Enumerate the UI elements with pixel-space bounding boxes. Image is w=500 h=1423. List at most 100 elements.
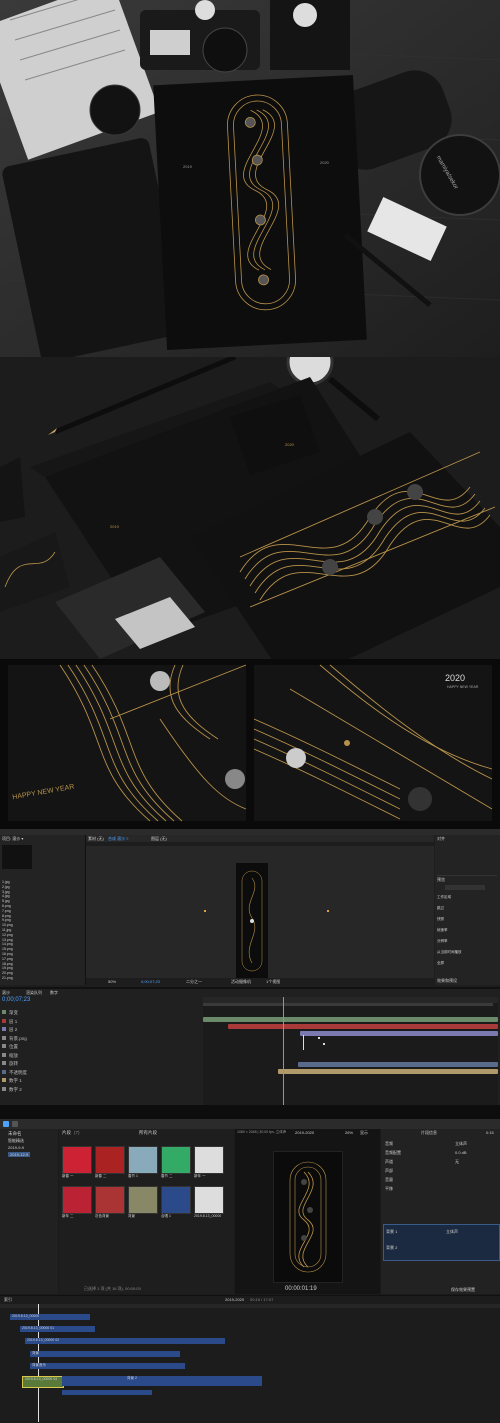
ae-right-panel: 对齐 预览 工作区域跳过快照帧速率分辨率从当前时间播放 全屏 效果和预设 bbox=[435, 835, 500, 985]
ae-preview-tab[interactable]: 预览 bbox=[437, 877, 445, 883]
ae-project-label[interactable]: 项目: 滚沙 ▾ bbox=[2, 836, 23, 842]
fcp-thumb[interactable] bbox=[95, 1146, 125, 1174]
ae-project-item[interactable]: 15.png bbox=[2, 947, 13, 951]
ae-project-item[interactable]: 14.png bbox=[2, 942, 13, 946]
ae-layer-row[interactable]: 背景.png bbox=[2, 1035, 202, 1042]
ae-timeline-tab[interactable]: 数字 bbox=[50, 990, 58, 996]
fcp-thumb[interactable] bbox=[128, 1146, 158, 1174]
fcp-timeline: 索引 2019-2020 00:19 / 17:07 2019.8.13_000… bbox=[0, 1295, 500, 1423]
ae-panel-option[interactable]: 快照 bbox=[437, 917, 444, 922]
fcp-thumb[interactable] bbox=[161, 1146, 191, 1174]
ae-project-item[interactable]: 2.jpg bbox=[2, 885, 10, 889]
fcp-thumb[interactable] bbox=[62, 1146, 92, 1174]
fcp-audio-clip[interactable] bbox=[62, 1390, 152, 1395]
ae-project-item[interactable]: 10.png bbox=[2, 923, 13, 927]
fcp-clip-2[interactable]: 2019.8.13_00000 01 bbox=[20, 1326, 95, 1332]
ae-layer-row[interactable]: 数字 1 bbox=[2, 1077, 202, 1084]
envelope-year: 2020 bbox=[285, 442, 294, 447]
ae-layer-row[interactable]: 不透明度 bbox=[2, 1069, 202, 1076]
fcp-zoom[interactable]: 26% bbox=[345, 1130, 353, 1135]
ae-layer-row[interactable]: 缩放 bbox=[2, 1052, 202, 1059]
ae-layer-row[interactable]: 旋转 bbox=[2, 1060, 202, 1067]
fcp-clip-1[interactable]: 2019.8.13_00000 bbox=[10, 1314, 90, 1320]
ae-project-item[interactable]: 11.jpg bbox=[2, 928, 11, 932]
fcp-inspector-value[interactable]: 0.0 dB bbox=[455, 1150, 467, 1155]
fcp-filter[interactable]: 所有片段 bbox=[139, 1130, 157, 1136]
ae-playhead[interactable] bbox=[283, 997, 284, 1105]
ae-panel-option[interactable]: 工作区域 bbox=[437, 895, 451, 900]
ae-layer-row[interactable]: 层 1 bbox=[2, 1018, 202, 1025]
ae-info-tab[interactable]: 对齐 bbox=[437, 836, 445, 842]
fcp-library-item[interactable]: 智能精选 bbox=[8, 1138, 24, 1144]
ae-resolution[interactable]: 二分之一 bbox=[186, 979, 202, 985]
ae-project-item[interactable]: 12.png bbox=[2, 933, 13, 937]
ae-project-item[interactable]: 1.jpg bbox=[2, 880, 10, 884]
fcp-library-item[interactable]: 2019-12-9 bbox=[8, 1152, 31, 1157]
ae-comp-artwork bbox=[241, 870, 263, 972]
fcp-thumb[interactable] bbox=[95, 1186, 125, 1214]
fcp-browser: 片段 (7) 所有片段 新春 一 新春 二 春节 1 春节 二 新年 一新年 二 灰色背景… bbox=[59, 1129, 234, 1294]
ae-project-item[interactable]: 4.jpg bbox=[2, 894, 10, 898]
import-icon[interactable] bbox=[3, 1121, 9, 1127]
ae-preview-controls[interactable] bbox=[445, 885, 485, 890]
ae-project-item[interactable]: 5.jpg bbox=[2, 899, 10, 903]
ae-layer-row[interactable]: 位置 bbox=[2, 1043, 202, 1050]
keyword-icon[interactable] bbox=[12, 1121, 18, 1127]
fcp-inspector-value[interactable]: 无 bbox=[455, 1159, 459, 1165]
ae-panel-option[interactable]: 从当前时间播放 bbox=[437, 950, 462, 955]
ae-project-item[interactable]: 21.png bbox=[2, 976, 13, 980]
fcp-inspector-value[interactable]: 立体声 bbox=[455, 1141, 467, 1147]
fcp-thumb[interactable] bbox=[62, 1186, 92, 1214]
ae-comp-frame bbox=[236, 863, 268, 978]
fcp-timeline-tab[interactable]: 索引 bbox=[4, 1297, 12, 1303]
ae-layer-row[interactable]: 渐变 bbox=[2, 1009, 202, 1016]
fcp-thumb-label: 新年 二 bbox=[62, 1214, 74, 1218]
fcp-clip-4[interactable]: 背景 bbox=[30, 1351, 180, 1357]
fcp-clip-3[interactable]: 2019.8.13_00000 02 bbox=[25, 1338, 225, 1344]
ae-effects-tab[interactable]: 效果和预设 bbox=[437, 978, 457, 984]
ae-panel-option[interactable]: 跳过 bbox=[437, 906, 444, 911]
ae-project-item[interactable]: 3.jpg bbox=[2, 890, 10, 894]
ae-zoom[interactable]: 50% bbox=[108, 979, 116, 984]
fcp-thumb[interactable] bbox=[194, 1186, 224, 1214]
fcp-thumb[interactable] bbox=[161, 1186, 191, 1214]
fcp-inspector-row: 声道 bbox=[385, 1159, 393, 1164]
ae-timeline-tabs: 滚沙 渲染队列 数字 bbox=[2, 990, 202, 996]
desk-photo: 2019 2020 mamiya/sekor bbox=[0, 0, 500, 357]
ae-project-item[interactable]: 18.png bbox=[2, 962, 13, 966]
fcp-inspector: 片段信息 0:15 音频 立体声 音频配置 0.0 dB 声道无声部 音量 平移 背景 1立… bbox=[381, 1129, 500, 1294]
ae-project-item[interactable]: 6.png bbox=[2, 904, 11, 908]
ae-active-camera[interactable]: 活动摄像机 bbox=[231, 979, 251, 985]
fcp-thumb[interactable] bbox=[128, 1186, 158, 1214]
ae-project-item[interactable]: 8.png bbox=[2, 914, 11, 918]
ae-layer-list: 渐变层 1层 2 背景.png 位置缩放 旋转不透明度 数字 1 数字 2 bbox=[0, 1009, 200, 1099]
ae-layer-row[interactable]: 层 2 bbox=[2, 1026, 202, 1033]
ae-panel-option[interactable]: 分辨率 bbox=[437, 939, 448, 944]
fcp-clip-7[interactable]: 背景 2 bbox=[62, 1376, 262, 1386]
fcp-thumb-label: 合唱 1 bbox=[161, 1214, 171, 1218]
fcp-inspector-footer[interactable]: 保存效果预置 bbox=[451, 1287, 475, 1293]
fcp-timecode: 00:00:01:19 bbox=[285, 1286, 317, 1292]
fcp-thumb-label: 灰色背景 bbox=[95, 1214, 109, 1218]
ae-timeline-tab[interactable]: 渲染队列 bbox=[26, 990, 42, 996]
ae-project-item[interactable]: 7.png bbox=[2, 909, 11, 913]
fcp-library-item[interactable]: 2019-9-9 bbox=[8, 1145, 24, 1150]
ae-project-item[interactable]: 19.png bbox=[2, 966, 13, 970]
fcp-clip-5[interactable]: 背景音乐 bbox=[30, 1363, 185, 1369]
fcp-library-name[interactable]: 未命名 bbox=[8, 1131, 22, 1137]
ae-panel-option[interactable]: 全屏 bbox=[437, 961, 444, 966]
ae-project-item[interactable]: 16.png bbox=[2, 952, 13, 956]
fcp-inspector-row: 音量 bbox=[385, 1177, 393, 1182]
ae-project-item[interactable]: 13.png bbox=[2, 938, 13, 942]
ae-panel-option[interactable]: 帧速率 bbox=[437, 928, 448, 933]
ae-timeline-tab[interactable]: 滚沙 bbox=[2, 990, 10, 996]
fcp-display[interactable]: 显示 bbox=[360, 1130, 368, 1136]
ae-project-item[interactable]: 20.png bbox=[2, 971, 13, 975]
ae-layer-row[interactable]: 数字 2 bbox=[2, 1086, 202, 1093]
ae-project-item[interactable]: 17.png bbox=[2, 957, 13, 961]
fcp-clip-6[interactable]: 2019.8.13_00000 04 bbox=[22, 1376, 64, 1388]
fcp-thumb[interactable] bbox=[194, 1146, 224, 1174]
ae-project-item[interactable]: 9.png bbox=[2, 918, 11, 922]
stationery-art bbox=[0, 357, 500, 659]
ae-view-count[interactable]: 1个视图 bbox=[266, 979, 280, 985]
